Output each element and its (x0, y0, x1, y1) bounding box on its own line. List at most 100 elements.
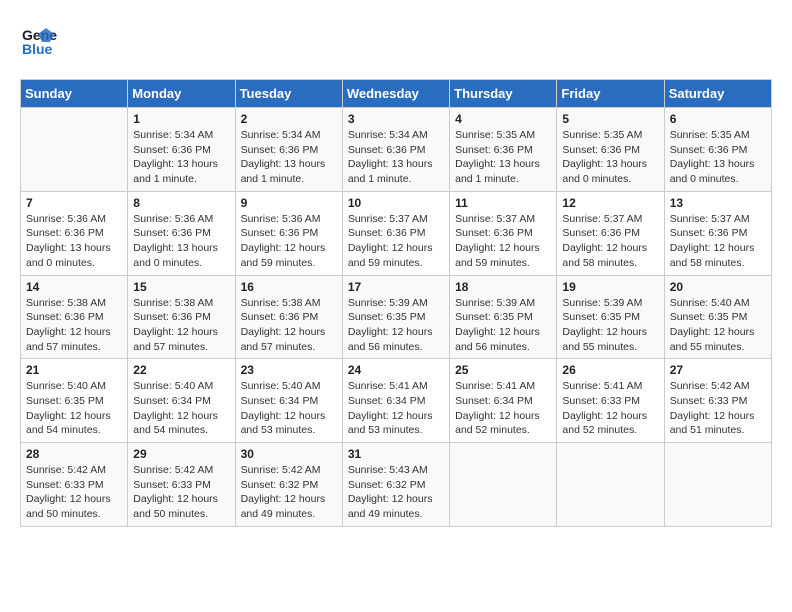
day-of-week-header: Saturday (664, 80, 771, 108)
day-info: Sunrise: 5:41 AMSunset: 6:33 PMDaylight:… (562, 379, 658, 438)
day-info: Sunrise: 5:42 AMSunset: 6:32 PMDaylight:… (241, 463, 337, 522)
day-info: Sunrise: 5:40 AMSunset: 6:35 PMDaylight:… (26, 379, 122, 438)
day-number: 9 (241, 196, 337, 210)
calendar-cell: 19Sunrise: 5:39 AMSunset: 6:35 PMDayligh… (557, 275, 664, 359)
day-info: Sunrise: 5:36 AMSunset: 6:36 PMDaylight:… (133, 212, 229, 271)
day-number: 7 (26, 196, 122, 210)
day-info: Sunrise: 5:34 AMSunset: 6:36 PMDaylight:… (133, 128, 229, 187)
calendar-cell: 2 Sunrise: 5:34 AMSunset: 6:36 PMDaylight… (235, 108, 342, 192)
day-number: 17 (348, 280, 444, 294)
calendar-cell: 28 Sunrise: 5:42 AMSunset: 6:33 PMDayligh… (21, 443, 128, 527)
logo-icon: General Blue (20, 20, 58, 63)
day-of-week-header: Thursday (450, 80, 557, 108)
day-number: 16 (241, 280, 337, 294)
calendar-cell: 31 Sunrise: 5:43 AMSunset: 6:32 PMDayligh… (342, 443, 449, 527)
day-number: 2 (241, 112, 337, 126)
calendar-week-row: 7 Sunrise: 5:36 AMSunset: 6:36 PMDaylight… (21, 191, 772, 275)
day-number: 27 (670, 363, 766, 377)
logo: General Blue (20, 20, 58, 63)
day-info: Sunrise: 5:36 AMSunset: 6:36 PMDaylight:… (241, 212, 337, 271)
calendar-cell: 27 Sunrise: 5:42 AMSunset: 6:33 PMDayligh… (664, 359, 771, 443)
day-number: 3 (348, 112, 444, 126)
day-info: Sunrise: 5:39 AMSunset: 6:35 PMDaylight:… (455, 296, 551, 355)
day-number: 4 (455, 112, 551, 126)
day-info: Sunrise: 5:34 AMSunset: 6:36 PMDaylight:… (348, 128, 444, 187)
calendar-cell: 24Sunrise: 5:41 AMSunset: 6:34 PMDayligh… (342, 359, 449, 443)
calendar-cell: 3 Sunrise: 5:34 AMSunset: 6:36 PMDaylight… (342, 108, 449, 192)
day-number: 20 (670, 280, 766, 294)
calendar-cell: 29 Sunrise: 5:42 AMSunset: 6:33 PMDayligh… (128, 443, 235, 527)
calendar-week-row: 1 Sunrise: 5:34 AMSunset: 6:36 PMDaylight… (21, 108, 772, 192)
day-info: Sunrise: 5:41 AMSunset: 6:34 PMDaylight:… (455, 379, 551, 438)
calendar-cell: 9 Sunrise: 5:36 AMSunset: 6:36 PMDaylight… (235, 191, 342, 275)
day-info: Sunrise: 5:37 AMSunset: 6:36 PMDaylight:… (348, 212, 444, 271)
calendar-cell: 21 Sunrise: 5:40 AMSunset: 6:35 PMDayligh… (21, 359, 128, 443)
day-of-week-header: Friday (557, 80, 664, 108)
calendar-cell (557, 443, 664, 527)
day-number: 28 (26, 447, 122, 461)
calendar-cell: 11 Sunrise: 5:37 AMSunset: 6:36 PMDayligh… (450, 191, 557, 275)
day-number: 15 (133, 280, 229, 294)
day-of-week-header: Wednesday (342, 80, 449, 108)
day-number: 6 (670, 112, 766, 126)
calendar-cell: 5Sunrise: 5:35 AMSunset: 6:36 PMDaylight… (557, 108, 664, 192)
day-info: Sunrise: 5:42 AMSunset: 6:33 PMDaylight:… (26, 463, 122, 522)
day-of-week-header: Tuesday (235, 80, 342, 108)
day-info: Sunrise: 5:40 AMSunset: 6:34 PMDaylight:… (241, 379, 337, 438)
calendar-week-row: 28 Sunrise: 5:42 AMSunset: 6:33 PMDayligh… (21, 443, 772, 527)
calendar-week-row: 14Sunrise: 5:38 AMSunset: 6:36 PMDayligh… (21, 275, 772, 359)
day-number: 11 (455, 196, 551, 210)
day-info: Sunrise: 5:39 AMSunset: 6:35 PMDaylight:… (348, 296, 444, 355)
day-number: 8 (133, 196, 229, 210)
day-info: Sunrise: 5:38 AMSunset: 6:36 PMDaylight:… (241, 296, 337, 355)
calendar-cell: 1 Sunrise: 5:34 AMSunset: 6:36 PMDaylight… (128, 108, 235, 192)
day-number: 10 (348, 196, 444, 210)
page-header: General Blue (20, 20, 772, 63)
day-info: Sunrise: 5:35 AMSunset: 6:36 PMDaylight:… (455, 128, 551, 187)
day-number: 19 (562, 280, 658, 294)
calendar-cell: 23 Sunrise: 5:40 AMSunset: 6:34 PMDayligh… (235, 359, 342, 443)
day-info: Sunrise: 5:37 AMSunset: 6:36 PMDaylight:… (562, 212, 658, 271)
day-info: Sunrise: 5:43 AMSunset: 6:32 PMDaylight:… (348, 463, 444, 522)
calendar-cell: 20 Sunrise: 5:40 AMSunset: 6:35 PMDayligh… (664, 275, 771, 359)
day-number: 21 (26, 363, 122, 377)
calendar-table: SundayMondayTuesdayWednesdayThursdayFrid… (20, 79, 772, 527)
day-number: 25 (455, 363, 551, 377)
day-info: Sunrise: 5:40 AMSunset: 6:35 PMDaylight:… (670, 296, 766, 355)
calendar-cell (664, 443, 771, 527)
calendar-header-row: SundayMondayTuesdayWednesdayThursdayFrid… (21, 80, 772, 108)
day-number: 1 (133, 112, 229, 126)
calendar-cell: 13Sunrise: 5:37 AMSunset: 6:36 PMDayligh… (664, 191, 771, 275)
calendar-cell: 15 Sunrise: 5:38 AMSunset: 6:36 PMDayligh… (128, 275, 235, 359)
calendar-cell: 6Sunrise: 5:35 AMSunset: 6:36 PMDaylight… (664, 108, 771, 192)
day-number: 31 (348, 447, 444, 461)
day-info: Sunrise: 5:40 AMSunset: 6:34 PMDaylight:… (133, 379, 229, 438)
day-info: Sunrise: 5:38 AMSunset: 6:36 PMDaylight:… (26, 296, 122, 355)
day-number: 23 (241, 363, 337, 377)
day-info: Sunrise: 5:42 AMSunset: 6:33 PMDaylight:… (133, 463, 229, 522)
calendar-cell: 12 Sunrise: 5:37 AMSunset: 6:36 PMDayligh… (557, 191, 664, 275)
day-info: Sunrise: 5:38 AMSunset: 6:36 PMDaylight:… (133, 296, 229, 355)
day-info: Sunrise: 5:42 AMSunset: 6:33 PMDaylight:… (670, 379, 766, 438)
day-number: 29 (133, 447, 229, 461)
calendar-cell: 18Sunrise: 5:39 AMSunset: 6:35 PMDayligh… (450, 275, 557, 359)
day-of-week-header: Sunday (21, 80, 128, 108)
calendar-cell: 16 Sunrise: 5:38 AMSunset: 6:36 PMDayligh… (235, 275, 342, 359)
day-info: Sunrise: 5:36 AMSunset: 6:36 PMDaylight:… (26, 212, 122, 271)
calendar-cell: 17 Sunrise: 5:39 AMSunset: 6:35 PMDayligh… (342, 275, 449, 359)
calendar-cell: 25 Sunrise: 5:41 AMSunset: 6:34 PMDayligh… (450, 359, 557, 443)
day-number: 30 (241, 447, 337, 461)
calendar-cell: 14Sunrise: 5:38 AMSunset: 6:36 PMDayligh… (21, 275, 128, 359)
calendar-cell: 8 Sunrise: 5:36 AMSunset: 6:36 PMDaylight… (128, 191, 235, 275)
calendar-cell (21, 108, 128, 192)
day-number: 13 (670, 196, 766, 210)
day-info: Sunrise: 5:37 AMSunset: 6:36 PMDaylight:… (455, 212, 551, 271)
svg-text:Blue: Blue (22, 41, 53, 57)
calendar-cell: 26Sunrise: 5:41 AMSunset: 6:33 PMDayligh… (557, 359, 664, 443)
day-info: Sunrise: 5:34 AMSunset: 6:36 PMDaylight:… (241, 128, 337, 187)
day-number: 22 (133, 363, 229, 377)
day-of-week-header: Monday (128, 80, 235, 108)
calendar-cell (450, 443, 557, 527)
day-number: 12 (562, 196, 658, 210)
day-number: 24 (348, 363, 444, 377)
